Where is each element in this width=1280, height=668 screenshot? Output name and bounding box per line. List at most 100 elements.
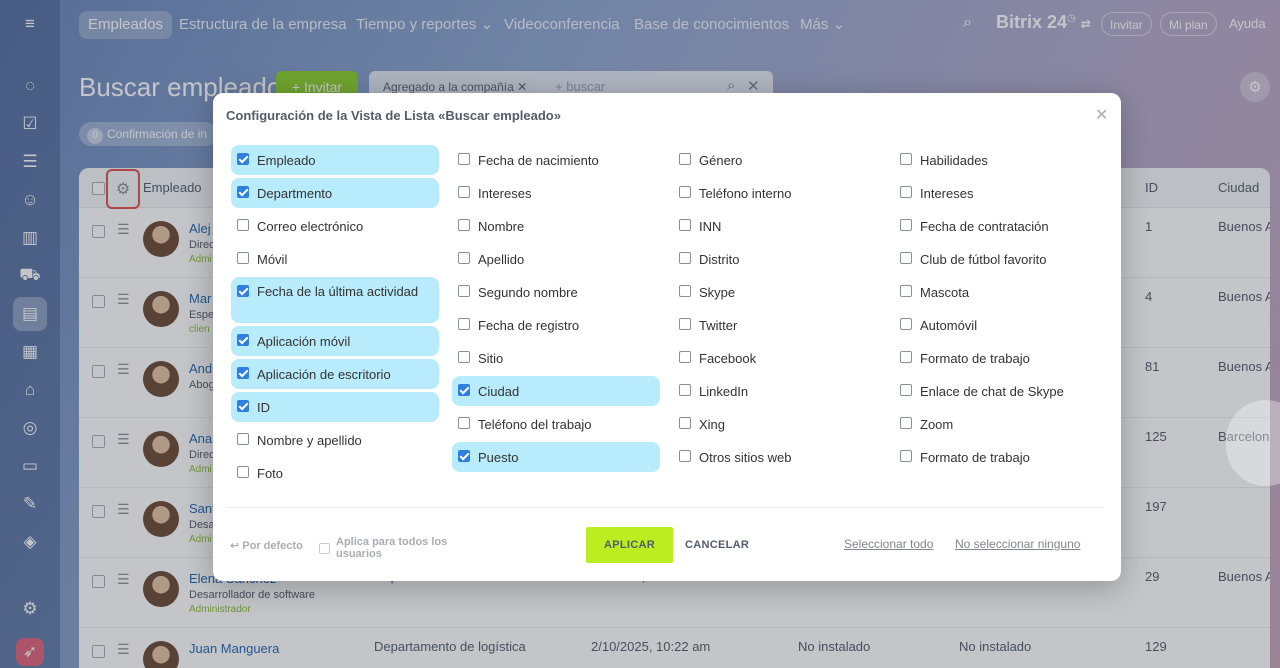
checkbox[interactable] — [237, 334, 249, 346]
option-label: Twitter — [699, 318, 738, 333]
checkbox[interactable] — [458, 285, 470, 297]
column-option[interactable]: Segundo nombre — [452, 277, 660, 307]
option-label: Mascota — [920, 285, 970, 300]
column-option[interactable]: Formato de trabajo — [894, 343, 1102, 373]
option-label: Habilidades — [920, 153, 988, 168]
column-option[interactable]: LinkedIn — [673, 376, 881, 406]
column-option[interactable]: Xing — [673, 409, 881, 439]
checkbox[interactable] — [237, 466, 249, 478]
checkbox[interactable] — [679, 450, 691, 462]
checkbox[interactable] — [679, 384, 691, 396]
column-option[interactable]: Formato de trabajo — [894, 442, 1102, 472]
checkbox[interactable] — [237, 252, 249, 264]
checkbox[interactable] — [900, 318, 912, 330]
checkbox[interactable] — [458, 384, 470, 396]
column-option[interactable]: Automóvil — [894, 310, 1102, 340]
checkbox[interactable] — [679, 219, 691, 231]
column-option[interactable]: Fecha de nacimiento — [452, 145, 660, 175]
column-option[interactable]: Distrito — [673, 244, 881, 274]
column-option[interactable]: Apellido — [452, 244, 660, 274]
column-option[interactable]: Aplicación móvil — [231, 326, 439, 356]
column-option[interactable]: Teléfono del trabajo — [452, 409, 660, 439]
column-option[interactable]: Móvil — [231, 244, 439, 274]
column-option[interactable]: INN — [673, 211, 881, 241]
column-option[interactable]: Fecha de la última actividad — [231, 277, 439, 323]
apply-button[interactable]: APLICAR — [586, 527, 673, 563]
column-option[interactable]: Aplicación de escritorio — [231, 359, 439, 389]
column-option[interactable]: Foto — [231, 458, 439, 488]
checkbox[interactable] — [458, 417, 470, 429]
column-option[interactable]: Sitio — [452, 343, 660, 373]
checkbox[interactable] — [679, 252, 691, 264]
checkbox[interactable] — [237, 186, 249, 198]
column-option[interactable]: Mascota — [894, 277, 1102, 307]
close-icon[interactable]: ✕ — [1095, 105, 1108, 125]
option-label: Segundo nombre — [478, 285, 578, 300]
checkbox[interactable] — [458, 153, 470, 165]
column-option[interactable]: Teléfono interno — [673, 178, 881, 208]
checkbox[interactable] — [900, 186, 912, 198]
column-option[interactable]: Ciudad — [452, 376, 660, 406]
column-option[interactable]: Fecha de contratación — [894, 211, 1102, 241]
column-option[interactable]: Departmento — [231, 178, 439, 208]
option-label: Zoom — [920, 417, 954, 432]
column-option[interactable]: Correo electrónico — [231, 211, 439, 241]
column-option[interactable]: Género — [673, 145, 881, 175]
column-option[interactable]: Enlace de chat de Skype — [894, 376, 1102, 406]
column-option[interactable]: Intereses — [894, 178, 1102, 208]
checkbox[interactable] — [900, 351, 912, 363]
option-label: Foto — [257, 466, 284, 481]
checkbox[interactable] — [679, 285, 691, 297]
option-label: Teléfono interno — [699, 186, 792, 201]
checkbox[interactable] — [458, 318, 470, 330]
column-option[interactable]: Club de fútbol favorito — [894, 244, 1102, 274]
column-option[interactable]: Puesto — [452, 442, 660, 472]
checkbox[interactable] — [237, 285, 249, 297]
checkbox[interactable] — [900, 219, 912, 231]
column-option[interactable]: Nombre — [452, 211, 660, 241]
column-option[interactable]: Nombre y apellido — [231, 425, 439, 455]
option-label: Distrito — [699, 252, 740, 267]
column-option[interactable]: Facebook — [673, 343, 881, 373]
checkbox[interactable] — [900, 153, 912, 165]
checkbox[interactable] — [458, 186, 470, 198]
column-option[interactable]: Twitter — [673, 310, 881, 340]
checkbox[interactable] — [319, 543, 330, 554]
column-option[interactable]: Fecha de registro — [452, 310, 660, 340]
cancel-button[interactable]: CANCELAR — [685, 539, 749, 551]
option-label: Género — [699, 153, 743, 168]
checkbox[interactable] — [900, 285, 912, 297]
checkbox[interactable] — [237, 433, 249, 445]
checkbox[interactable] — [679, 417, 691, 429]
checkbox[interactable] — [679, 351, 691, 363]
checkbox[interactable] — [458, 252, 470, 264]
checkbox[interactable] — [237, 153, 249, 165]
checkbox[interactable] — [900, 450, 912, 462]
checkbox[interactable] — [458, 450, 470, 462]
option-label: Departmento — [257, 186, 333, 201]
checkbox[interactable] — [458, 351, 470, 363]
checkbox[interactable] — [458, 219, 470, 231]
checkbox[interactable] — [237, 400, 249, 412]
column-option[interactable]: ID — [231, 392, 439, 422]
checkbox[interactable] — [900, 384, 912, 396]
checkbox[interactable] — [679, 318, 691, 330]
select-none-link[interactable]: No seleccionar ninguno — [955, 537, 1080, 551]
option-label: Aplicación móvil — [257, 334, 351, 349]
column-option[interactable]: Habilidades — [894, 145, 1102, 175]
column-option[interactable]: Zoom — [894, 409, 1102, 439]
column-option[interactable]: Otros sitios web — [673, 442, 881, 472]
checkbox[interactable] — [900, 417, 912, 429]
checkbox[interactable] — [679, 153, 691, 165]
select-all-link[interactable]: Seleccionar todo — [844, 537, 933, 551]
column-option[interactable]: Skype — [673, 277, 881, 307]
checkbox[interactable] — [237, 367, 249, 379]
checkbox[interactable] — [679, 186, 691, 198]
default-link[interactable]: ↩ Por defecto — [230, 539, 303, 552]
column-option[interactable]: Intereses — [452, 178, 660, 208]
option-label: Formato de trabajo — [920, 351, 1030, 366]
checkbox[interactable] — [900, 252, 912, 264]
column-option[interactable]: Empleado — [231, 145, 439, 175]
checkbox[interactable] — [237, 219, 249, 231]
option-label: Aplicación de escritorio — [257, 367, 391, 382]
